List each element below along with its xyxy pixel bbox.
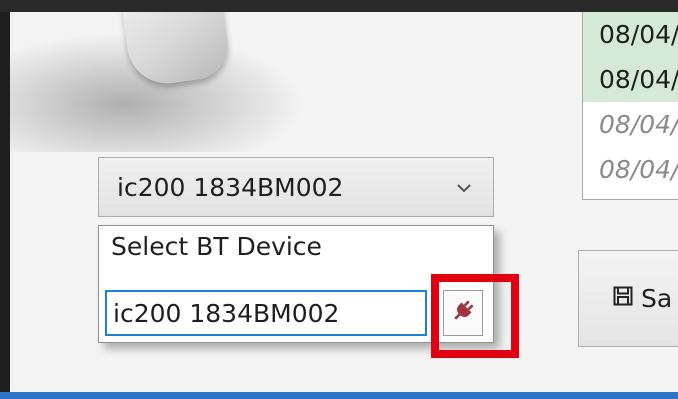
bt-device-input[interactable] — [105, 290, 427, 336]
window-edge — [0, 12, 10, 399]
log-list[interactable]: 08/04/ 08/04/ 08/04/ 08/04/ — [582, 12, 678, 200]
device-select-combobox[interactable]: ic200 1834BM002 — [98, 157, 494, 217]
highlight-box — [431, 274, 519, 358]
select-bt-device-label: Select BT Device — [111, 232, 322, 261]
app-window: 08/04/ 08/04/ 08/04/ 08/04/ ic200 1834BM… — [10, 12, 678, 392]
log-row[interactable]: 08/04/ — [583, 102, 678, 147]
log-row[interactable]: 08/04/ — [583, 57, 678, 102]
log-row[interactable]: 08/04/ — [583, 147, 678, 192]
chevron-down-icon[interactable] — [449, 177, 479, 198]
combobox-selected-value: ic200 1834BM002 — [117, 172, 344, 202]
save-button[interactable]: Sa — [578, 250, 678, 347]
log-row[interactable]: 08/04/ — [583, 12, 678, 57]
floppy-disk-icon — [613, 286, 633, 312]
bottom-border — [0, 392, 678, 399]
save-button-label: Sa — [641, 284, 673, 313]
